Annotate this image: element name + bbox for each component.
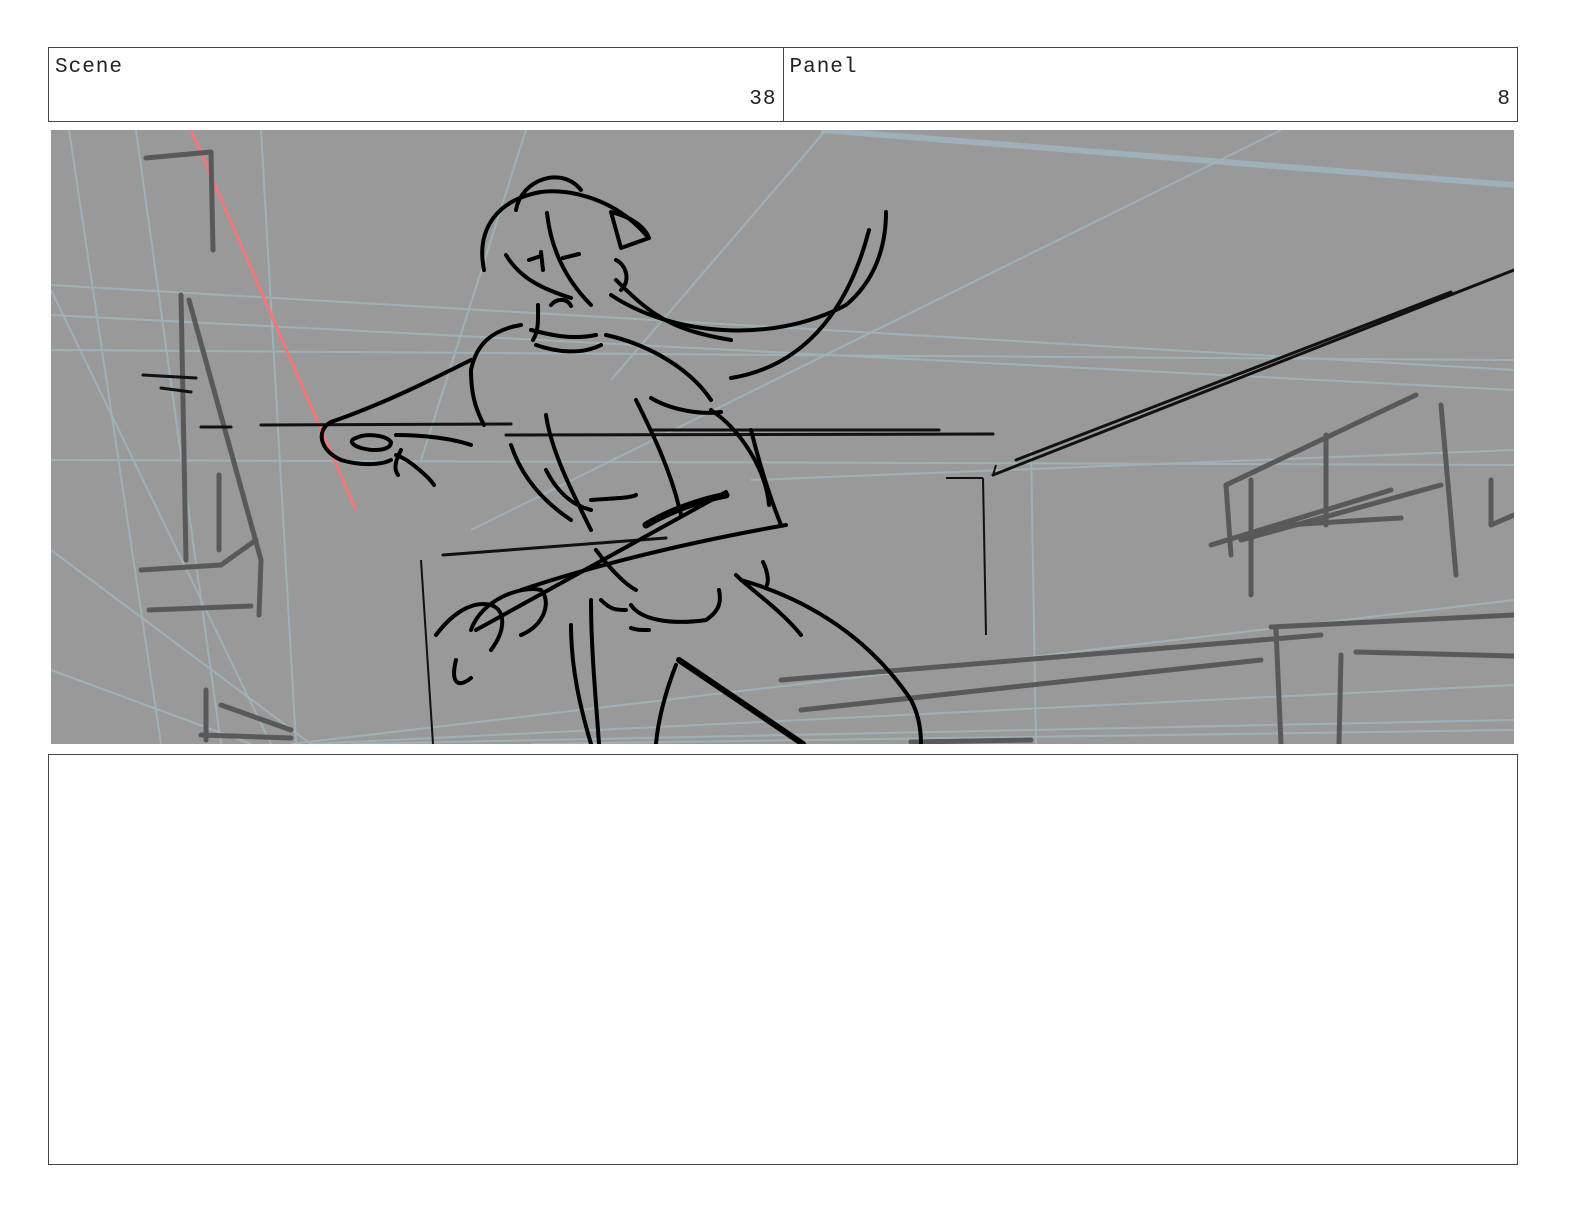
background-sketch <box>138 149 1514 744</box>
building-lines <box>420 464 997 744</box>
scene-number: 38 <box>749 88 777 111</box>
notes-box[interactable] <box>48 754 1518 1165</box>
panel-header: Scene 38 Panel 8 <box>48 47 1518 122</box>
panel-cell: Panel 8 <box>782 48 1518 121</box>
scene-cell: Scene 38 <box>49 48 783 121</box>
scene-label: Scene <box>55 56 124 79</box>
storyboard-sketch <box>51 130 1514 744</box>
perspective-guides <box>51 130 1514 744</box>
panel-label: Panel <box>789 56 858 79</box>
storyboard-frame <box>51 130 1514 744</box>
panel-number: 8 <box>1497 88 1511 111</box>
